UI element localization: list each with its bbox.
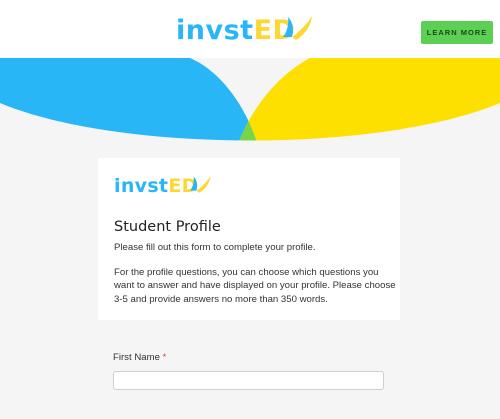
profile-instructions: For the profile questions, you can choos…	[114, 267, 396, 305]
card-logo-swoosh-icon	[190, 175, 211, 193]
first-name-input[interactable]	[113, 371, 384, 390]
required-asterisk: *	[162, 352, 167, 363]
page-title: Student Profile	[114, 219, 221, 235]
top-bar: invstED LEARN MORE	[0, 0, 500, 58]
logo-swoosh-icon	[283, 16, 312, 40]
logo-wordmark: invstED	[176, 15, 296, 46]
first-name-label: First Name *	[113, 352, 167, 363]
intro-card: invstED Student Profile Please fill out …	[98, 158, 400, 320]
form-description: Please fill out this form to complete yo…	[114, 242, 316, 253]
learn-more-button[interactable]: LEARN MORE	[421, 21, 493, 44]
card-logo-wordmark: invstED	[114, 175, 198, 197]
hero-banner	[0, 58, 500, 168]
